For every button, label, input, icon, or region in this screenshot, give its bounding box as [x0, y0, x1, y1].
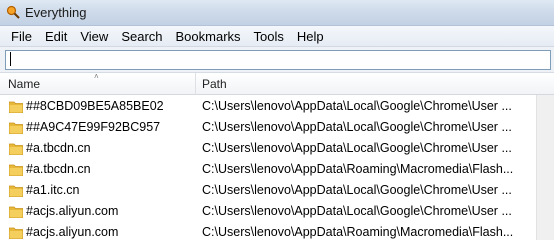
- file-path: C:\Users\lenovo\AppData\Local\Google\Chr…: [202, 141, 512, 155]
- file-name: #a1.itc.cn: [26, 183, 80, 197]
- file-name: #acjs.aliyun.com: [26, 204, 119, 218]
- folder-icon: [9, 185, 23, 197]
- file-name: ##8CBD09BE5A85BE02: [26, 99, 164, 113]
- file-name: #acjs.aliyun.com: [26, 225, 119, 239]
- file-path: C:\Users\lenovo\AppData\Local\Google\Chr…: [202, 120, 512, 134]
- list-item[interactable]: #a.tbcdn.cn C:\Users\lenovo\AppData\Loca…: [0, 138, 554, 159]
- folder-icon: [9, 164, 23, 176]
- column-header-path[interactable]: Path: [196, 73, 554, 95]
- folder-icon: [9, 101, 23, 113]
- window-title: Everything: [25, 5, 87, 20]
- text-caret: [10, 52, 11, 66]
- list-item[interactable]: #a.tbcdn.cn C:\Users\lenovo\AppData\Roam…: [0, 159, 554, 180]
- sort-ascending-icon: ˄: [94, 72, 99, 81]
- menu-bookmarks[interactable]: Bookmarks: [170, 27, 247, 46]
- column-path-label: Path: [202, 77, 227, 91]
- file-path: C:\Users\lenovo\AppData\Local\Google\Chr…: [202, 183, 512, 197]
- search-input[interactable]: [5, 50, 551, 70]
- menu-search[interactable]: Search: [115, 27, 168, 46]
- list-item[interactable]: #acjs.aliyun.com C:\Users\lenovo\AppData…: [0, 201, 554, 222]
- list-item[interactable]: #a1.itc.cn C:\Users\lenovo\AppData\Local…: [0, 180, 554, 201]
- search-bar: [0, 47, 554, 73]
- file-path: C:\Users\lenovo\AppData\Local\Google\Chr…: [202, 99, 512, 113]
- file-path: C:\Users\lenovo\AppData\Roaming\Macromed…: [202, 162, 514, 176]
- menu-help[interactable]: Help: [291, 27, 330, 46]
- list-item[interactable]: ##A9C47E99F92BC957 C:\Users\lenovo\AppDa…: [0, 117, 554, 138]
- file-name: #a.tbcdn.cn: [26, 162, 91, 176]
- folder-icon: [9, 227, 23, 239]
- column-name-label: Name: [8, 77, 41, 91]
- column-header-name[interactable]: Name ˄: [0, 73, 196, 95]
- folder-icon: [9, 122, 23, 134]
- vertical-scrollbar[interactable]: [536, 95, 554, 240]
- column-header: Name ˄ Path: [0, 73, 554, 95]
- file-name: #a.tbcdn.cn: [26, 141, 91, 155]
- menu-bar: File Edit View Search Bookmarks Tools He…: [0, 26, 554, 47]
- file-path: C:\Users\lenovo\AppData\Roaming\Macromed…: [202, 225, 514, 239]
- list-item[interactable]: ##8CBD09BE5A85BE02 C:\Users\lenovo\AppDa…: [0, 96, 554, 117]
- menu-edit[interactable]: Edit: [39, 27, 73, 46]
- menu-file[interactable]: File: [5, 27, 38, 46]
- title-bar: Everything: [0, 0, 554, 26]
- magnifier-icon: [6, 5, 20, 19]
- list-item[interactable]: #acjs.aliyun.com C:\Users\lenovo\AppData…: [0, 222, 554, 240]
- menu-view[interactable]: View: [74, 27, 114, 46]
- folder-icon: [9, 206, 23, 218]
- file-name: ##A9C47E99F92BC957: [26, 120, 161, 134]
- folder-icon: [9, 143, 23, 155]
- menu-tools[interactable]: Tools: [248, 27, 290, 46]
- results-list: ##8CBD09BE5A85BE02 C:\Users\lenovo\AppDa…: [0, 95, 554, 240]
- file-path: C:\Users\lenovo\AppData\Local\Google\Chr…: [202, 204, 512, 218]
